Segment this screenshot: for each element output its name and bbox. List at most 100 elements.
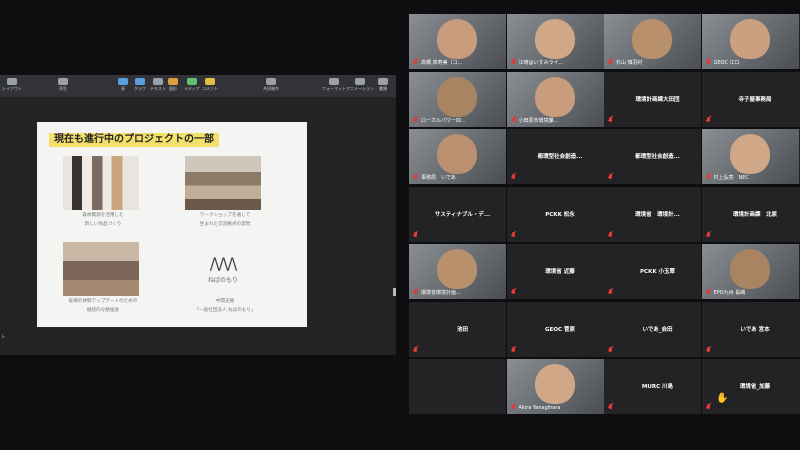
participant-tile[interactable]: 都環型社会創造... bbox=[506, 129, 604, 184]
participant-video-face bbox=[534, 364, 575, 404]
participant-tile[interactable]: 環境省環境計画... bbox=[409, 244, 506, 299]
toolbar-icon bbox=[135, 78, 145, 85]
toolbar-button[interactable]: 表 bbox=[118, 78, 128, 94]
slide-canvas: 現在も進行中のプロジェクトの一部 森林資源を活用した 新しい商品づくり ワークシ… bbox=[0, 97, 396, 355]
toolbar-button[interactable]: 書類 bbox=[378, 78, 388, 94]
toolbar-label: 書類 bbox=[379, 86, 387, 91]
muted-mic-icon bbox=[608, 346, 613, 354]
participant-tile[interactable]: 環境計画課大田団 bbox=[604, 71, 701, 127]
muted-mic-icon bbox=[608, 231, 613, 239]
participant-tile[interactable]: PCKK 松永 bbox=[506, 186, 604, 242]
toolbar-button[interactable]: フォーマット bbox=[322, 78, 346, 94]
participant-tile[interactable]: いであ_会田 bbox=[604, 301, 701, 357]
slide-cell-study: 役場の体制アップデートのための 継続的な勉強会 bbox=[63, 242, 143, 314]
caption-line-1: 中間支援 bbox=[215, 299, 235, 304]
caption-line-1: 役場の体制アップデートのための bbox=[68, 299, 138, 304]
participant-tile[interactable]: Akira Yanagihara bbox=[506, 359, 604, 414]
muted-mic-icon bbox=[413, 231, 418, 239]
muted-mic-icon bbox=[608, 404, 613, 411]
toolbar-icon bbox=[152, 78, 163, 85]
participant-name: 杉山 慎羽村 bbox=[616, 60, 643, 66]
participant-name: 環境省_加藤 bbox=[739, 384, 771, 390]
muted-mic-icon bbox=[511, 59, 516, 66]
participant-name: 都環型社会創造... bbox=[635, 154, 680, 160]
toolbar-icon bbox=[186, 78, 197, 85]
muted-mic-icon bbox=[706, 174, 711, 181]
participant-tile[interactable]: 事務局 いであ bbox=[409, 129, 506, 184]
muted-mic-icon bbox=[511, 231, 516, 239]
participant-name: 江崎@いすみライ... bbox=[518, 60, 564, 66]
toolbar-icon bbox=[378, 78, 388, 85]
participant-video-face bbox=[729, 249, 770, 289]
participant-tile[interactable]: MURC 川島 bbox=[604, 359, 701, 414]
toolbar-button[interactable]: メディア bbox=[184, 78, 200, 94]
toolbar-button[interactable]: 共同制作 bbox=[263, 78, 279, 94]
toolbar-label: グラフ bbox=[134, 86, 146, 91]
participant-name: 事務局 いであ bbox=[421, 175, 456, 181]
toolbar-label: アニメーション bbox=[346, 86, 374, 91]
room-photo bbox=[185, 156, 261, 210]
participant-tile[interactable]: 寺子屋事務局 bbox=[701, 71, 799, 127]
participant-tile[interactable]: GEOC 菅原 bbox=[506, 301, 604, 357]
participant-tile[interactable]: 村上弘亮 NEC bbox=[701, 129, 799, 184]
presentation-window: レイアウト 再生 表 グラフ テキスト 図形 メディア コメント 共同制作 フォーマット アニメーシ… bbox=[0, 75, 396, 355]
toolbar-button[interactable]: 再生 bbox=[58, 78, 68, 94]
participant-tile[interactable]: 環境省_加藤 bbox=[701, 359, 799, 414]
muted-mic-icon bbox=[511, 116, 516, 124]
participant-video-face bbox=[437, 76, 477, 117]
participant-tile[interactable]: 都環型社会創造... bbox=[604, 129, 701, 184]
muted-mic-icon bbox=[706, 116, 711, 124]
split-handle[interactable] bbox=[393, 288, 396, 296]
participant-tile[interactable]: サスティナブル・デ... bbox=[409, 186, 506, 242]
participant-tile[interactable]: 小田原市環境課... bbox=[506, 71, 604, 127]
slide-cell-workshop: ワークショップを通して 生まれた交流拠点の実現 bbox=[185, 156, 265, 228]
muted-mic-icon bbox=[608, 116, 613, 124]
toolbar-button[interactable]: コメント bbox=[202, 78, 218, 94]
muted-mic-icon bbox=[511, 289, 516, 296]
toolbar-button[interactable]: 図形 bbox=[168, 78, 178, 94]
participant-tile[interactable]: 杉山 慎羽村 bbox=[604, 14, 701, 69]
muted-mic-icon bbox=[706, 59, 711, 66]
participant-video-face bbox=[437, 134, 477, 174]
participant-name: 都環型社会創造... bbox=[537, 154, 583, 160]
participant-tile[interactable]: 環境計画課 北原 bbox=[701, 186, 799, 242]
muted-mic-icon bbox=[706, 346, 711, 354]
participant-name: 環境計画課大田団 bbox=[635, 96, 680, 103]
participant-video-face bbox=[534, 76, 575, 117]
muted-mic-icon bbox=[608, 174, 613, 181]
participant-tile[interactable]: PCKK 小玉翠 bbox=[604, 244, 701, 299]
participant-tile[interactable]: 池田 bbox=[409, 301, 506, 357]
participant-tile[interactable]: 江崎@いすみライ... bbox=[506, 14, 604, 69]
caption-line-2: 生まれた交流拠点の実現 bbox=[199, 222, 251, 227]
muted-mic-icon bbox=[413, 346, 418, 354]
toolbar-button[interactable]: アニメーション bbox=[346, 78, 374, 94]
participant-tile[interactable]: GEOC 江口 bbox=[701, 14, 799, 69]
muted-mic-icon bbox=[706, 289, 711, 296]
participant-tile[interactable] bbox=[409, 359, 506, 414]
participant-name: EPO九州 長嶋 bbox=[713, 290, 746, 296]
participant-tile[interactable]: 環境省 環境計... bbox=[604, 186, 701, 242]
toolbar-button[interactable]: グラフ bbox=[134, 78, 146, 94]
toolbar-icon bbox=[58, 78, 68, 85]
muted-mic-icon bbox=[511, 404, 516, 411]
participant-name: 池田 bbox=[456, 326, 468, 333]
caption-line-1: 森林資源を活用した bbox=[82, 213, 124, 218]
participant-tile[interactable]: 高橋 真寿美（コ... bbox=[409, 14, 506, 69]
participant-name: 環境省 近藤 bbox=[545, 269, 575, 275]
participant-tile[interactable]: いであ 宮本 bbox=[701, 301, 799, 357]
muted-mic-icon bbox=[413, 174, 418, 181]
participant-name: 小田原市環境課... bbox=[518, 117, 559, 124]
toolbar-button[interactable]: テキスト bbox=[150, 78, 166, 94]
muted-mic-icon bbox=[413, 59, 418, 66]
participant-name: PCKK 小玉翠 bbox=[639, 269, 675, 275]
toolbar-label: テキスト bbox=[150, 86, 166, 91]
participant-name: ローカルパワー四... bbox=[421, 117, 466, 124]
participant-tile[interactable]: ローカルパワー四... bbox=[409, 71, 506, 127]
caption-line-2: 「一般社団法人 ねばのもり」 bbox=[194, 308, 256, 313]
toolbar-icon bbox=[118, 78, 128, 85]
toolbar-icon bbox=[205, 78, 215, 85]
participant-tile[interactable]: 環境省 近藤 bbox=[506, 244, 604, 299]
toolbar-button[interactable]: レイアウト bbox=[2, 78, 22, 94]
slide: 現在も進行中のプロジェクトの一部 森林資源を活用した 新しい商品づくり ワークシ… bbox=[37, 122, 307, 327]
participant-tile[interactable]: EPO九州 長嶋 bbox=[701, 244, 799, 299]
